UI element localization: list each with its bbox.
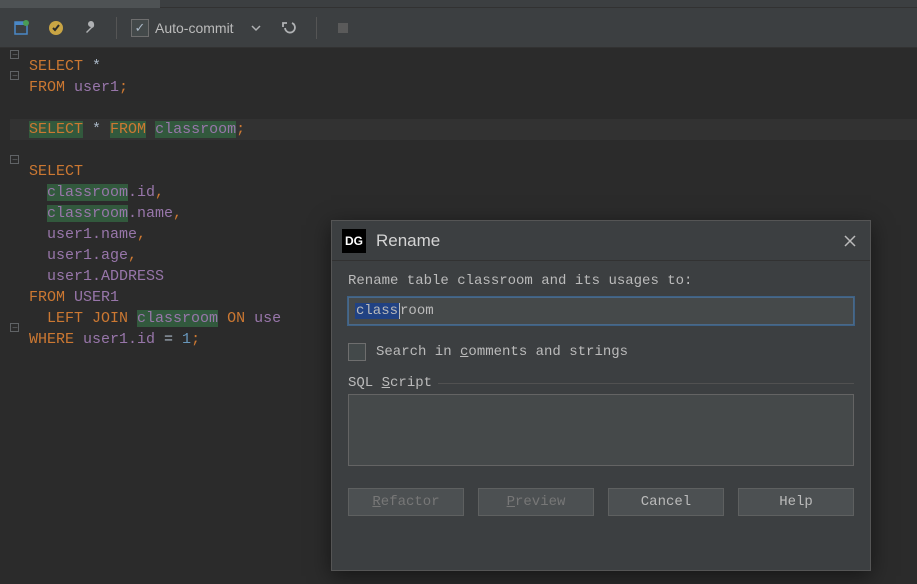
- section-divider: [438, 383, 854, 384]
- console-icon[interactable]: [10, 16, 34, 40]
- stop-icon[interactable]: [331, 16, 355, 40]
- top-tab-strip: [0, 0, 917, 8]
- code-line: classroom.id,: [10, 182, 917, 203]
- auto-commit-checkbox[interactable]: ✓ Auto-commit: [131, 19, 234, 37]
- rename-prompt: Rename table classroom and its usages to…: [348, 273, 854, 289]
- wrench-icon[interactable]: [78, 16, 102, 40]
- chevron-down-icon[interactable]: [244, 16, 268, 40]
- app-badge-icon: DG: [342, 229, 366, 253]
- code-line-current: SELECT * FROM classroom;: [10, 119, 917, 140]
- help-button[interactable]: Help: [738, 488, 854, 516]
- cancel-button[interactable]: Cancel: [608, 488, 724, 516]
- rename-input[interactable]: classroom: [348, 297, 854, 325]
- fold-marker[interactable]: [10, 71, 19, 80]
- code-line: FROM user1;: [10, 77, 917, 98]
- dialog-buttons: Refactor Preview Cancel Help: [348, 488, 854, 516]
- toolbar-divider: [316, 17, 317, 39]
- dialog-body: Rename table classroom and its usages to…: [332, 261, 870, 528]
- search-comments-label: Search in comments and strings: [376, 344, 628, 360]
- code-line: [10, 98, 917, 119]
- rename-dialog: DG Rename Rename table classroom and its…: [331, 220, 871, 571]
- code-line: SELECT *: [10, 56, 917, 77]
- refactor-button[interactable]: Refactor: [348, 488, 464, 516]
- auto-commit-label: Auto-commit: [155, 20, 234, 36]
- properties-icon[interactable]: [44, 16, 68, 40]
- toolbar-divider: [116, 17, 117, 39]
- checkbox-icon: [348, 343, 366, 361]
- code-line: SELECT: [10, 161, 917, 182]
- tab-ghost: [0, 0, 160, 8]
- search-comments-checkbox[interactable]: Search in comments and strings: [348, 343, 854, 361]
- fold-marker[interactable]: [10, 323, 19, 332]
- checkbox-icon: ✓: [131, 19, 149, 37]
- dialog-titlebar[interactable]: DG Rename: [332, 221, 870, 261]
- dialog-title: Rename: [376, 231, 840, 251]
- fold-marker[interactable]: [10, 155, 19, 164]
- fold-marker[interactable]: [10, 50, 19, 59]
- undo-icon[interactable]: [278, 16, 302, 40]
- code-line: [10, 140, 917, 161]
- preview-button[interactable]: Preview: [478, 488, 594, 516]
- toolbar: ✓ Auto-commit: [0, 8, 917, 48]
- close-icon[interactable]: [840, 231, 860, 251]
- sql-script-box[interactable]: [348, 394, 854, 466]
